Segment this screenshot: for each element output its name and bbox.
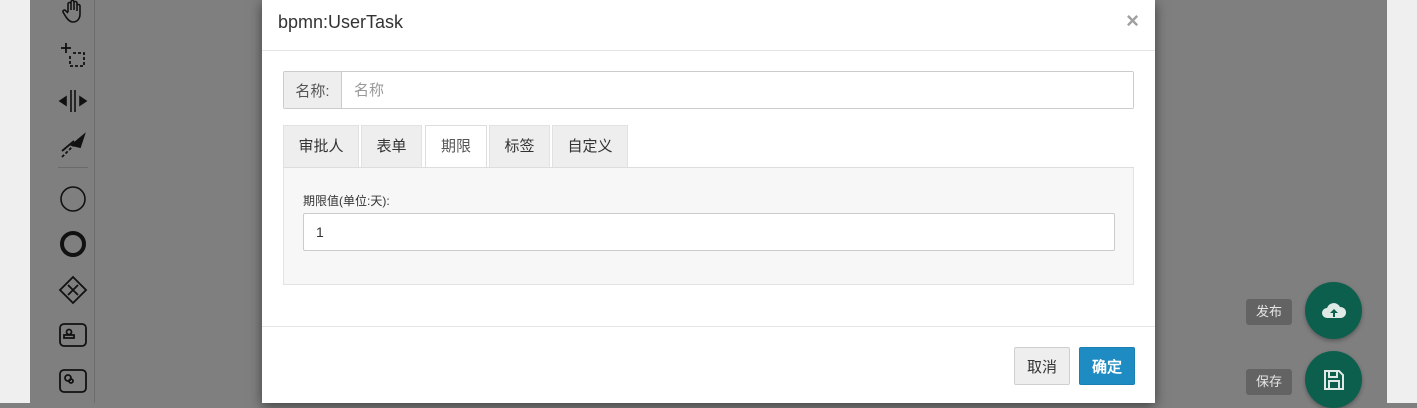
start-event-icon[interactable] bbox=[58, 184, 88, 214]
publish-button[interactable] bbox=[1305, 282, 1362, 339]
lasso-tool-icon[interactable] bbox=[58, 40, 88, 70]
cloud-upload-icon bbox=[1321, 302, 1346, 318]
palette-divider bbox=[58, 167, 88, 168]
dialog-header: bpmn:UserTask × bbox=[262, 0, 1155, 51]
deadline-panel: 期限值(单位:天): bbox=[283, 168, 1134, 285]
tab-approver[interactable]: 审批人 bbox=[283, 125, 359, 167]
confirm-button[interactable]: 确定 bbox=[1079, 347, 1135, 385]
dialog-title: bpmn:UserTask bbox=[278, 12, 404, 32]
subprocess-icon[interactable] bbox=[58, 366, 88, 396]
window-frame-right bbox=[1387, 0, 1417, 403]
gateway-icon[interactable] bbox=[58, 275, 88, 305]
tab-form[interactable]: 表单 bbox=[361, 125, 422, 167]
cancel-button[interactable]: 取消 bbox=[1014, 347, 1070, 385]
publish-label[interactable]: 发布 bbox=[1246, 299, 1292, 325]
end-event-icon[interactable] bbox=[58, 229, 88, 259]
save-label[interactable]: 保存 bbox=[1246, 369, 1292, 395]
save-button[interactable] bbox=[1305, 351, 1362, 408]
task-icon[interactable] bbox=[58, 320, 88, 350]
tab-deadline[interactable]: 期限 bbox=[425, 125, 487, 168]
window-frame-left bbox=[0, 0, 30, 403]
deadline-label: 期限值(单位:天): bbox=[303, 194, 390, 208]
hand-tool-icon[interactable] bbox=[58, 0, 88, 26]
deadline-input[interactable] bbox=[303, 213, 1115, 251]
close-icon[interactable]: × bbox=[1126, 8, 1139, 34]
dialog-footer: 取消 确定 bbox=[262, 326, 1155, 404]
name-label: 名称: bbox=[284, 72, 342, 108]
floppy-disk-icon bbox=[1323, 369, 1344, 390]
user-task-dialog: bpmn:UserTask × 名称: 审批人 表单 期限 标签 自定义 期限值… bbox=[262, 0, 1155, 403]
global-connect-icon[interactable] bbox=[58, 131, 88, 161]
tab-tags[interactable]: 标签 bbox=[489, 125, 550, 167]
space-tool-icon[interactable] bbox=[58, 86, 88, 116]
tab-bar: 审批人 表单 期限 标签 自定义 bbox=[283, 125, 1134, 168]
name-input-group: 名称: bbox=[283, 71, 1134, 109]
tab-custom[interactable]: 自定义 bbox=[552, 125, 628, 167]
name-input[interactable] bbox=[342, 72, 1133, 108]
